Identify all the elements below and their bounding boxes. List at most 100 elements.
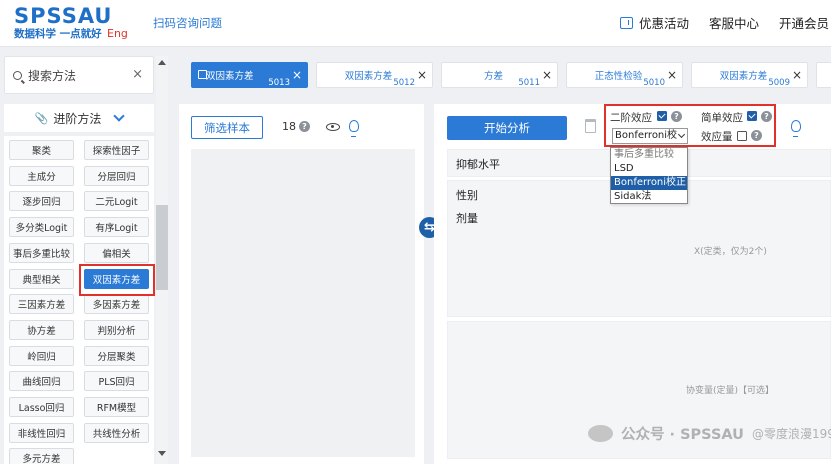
gift-icon — [619, 16, 633, 29]
scroll-up-icon[interactable] — [158, 60, 166, 65]
dropdown-option[interactable]: Bonferroni校正 — [611, 176, 687, 190]
effect-size-label: 效应量 — [701, 131, 733, 143]
watermark-author: @零度浪漫1991 — [751, 427, 831, 441]
search-placeholder: 搜索方法 — [28, 68, 77, 83]
method-button[interactable]: 共线性分析 — [84, 422, 149, 443]
method-button[interactable]: 岭回归 — [9, 345, 74, 366]
membership-link[interactable]: 开通会员 — [779, 13, 829, 32]
second-order-effect-label: 二阶效应 — [610, 112, 652, 124]
top-nav: 优惠活动 客服中心 开通会员 — [619, 13, 831, 32]
chevron-down-icon — [677, 130, 686, 139]
method-button[interactable]: PLS回归 — [84, 371, 149, 392]
method-button[interactable]: 主成分 — [9, 165, 74, 186]
method-list: 聚类 探索性因子 主成分 分层回归 逐步回归 二元Logit 多分类Logit 有序Logit… — [4, 136, 154, 464]
method-button[interactable]: 聚类 — [9, 140, 74, 160]
dropdown-option: 事后多重比较 — [614, 149, 674, 160]
method-button[interactable]: 非线性回归 — [9, 422, 74, 443]
method-search-input[interactable]: 搜索方法 × — [4, 56, 154, 94]
analysis-tab[interactable]: 双因素方差 5012 × — [316, 62, 433, 88]
sample-count-value: 18 — [282, 120, 296, 133]
paperclip-icon: 📎 — [34, 111, 49, 125]
covariate-field-hint: 协变量(定量)【可选】 — [686, 386, 775, 396]
method-button[interactable]: RFM模型 — [84, 397, 149, 417]
dropdown-option[interactable]: LSD — [611, 162, 687, 176]
method-button[interactable]: 分层回归 — [84, 165, 149, 186]
lightbulb-icon[interactable] — [791, 120, 801, 137]
scroll-down-icon[interactable] — [158, 451, 166, 456]
method-button[interactable]: 有序Logit — [84, 217, 149, 238]
start-analysis-button[interactable]: 开始分析 — [447, 116, 567, 140]
top-bar: SPSSAU 数据科学 一点就好 Eng 扫码咨询问题 优惠活动 客服中心 开通… — [0, 0, 831, 47]
close-icon[interactable]: × — [542, 68, 552, 82]
tab-id: 5011 — [518, 78, 540, 88]
method-button[interactable]: Lasso回归 — [9, 397, 74, 417]
tab-id: 5009 — [768, 78, 790, 88]
method-button[interactable]: 逐步回归 — [9, 191, 74, 212]
method-button[interactable]: 多分类Logit — [9, 217, 74, 238]
x-field-hint: X(定类，仅为2个) — [694, 247, 767, 257]
method-button[interactable]: 三因素方差 — [9, 294, 74, 315]
x-variable[interactable]: 剂量 — [456, 210, 478, 226]
method-button[interactable]: 二元Logit — [84, 191, 149, 212]
scrollbar-thumb[interactable] — [156, 205, 168, 290]
search-icon — [13, 70, 22, 80]
close-icon[interactable]: × — [792, 68, 802, 82]
analysis-tab[interactable]: 双因素方差 5009 × — [691, 62, 808, 88]
close-icon[interactable]: × — [417, 68, 427, 82]
chevron-down-icon[interactable] — [113, 110, 126, 122]
help-icon[interactable]: ? — [299, 121, 310, 132]
scan-consult-link[interactable]: 扫码咨询问题 — [153, 15, 222, 31]
promo-link[interactable]: 优惠活动 — [619, 13, 689, 32]
wechat-icon — [588, 425, 613, 442]
close-icon[interactable]: × — [292, 68, 302, 82]
method-button[interactable]: 探索性因子 — [84, 140, 149, 160]
highlight-box — [79, 264, 155, 296]
more-tab[interactable] — [816, 62, 831, 88]
method-button[interactable]: 事后多重比较 — [9, 242, 74, 263]
help-icon[interactable]: ? — [751, 130, 762, 141]
close-icon[interactable]: × — [667, 68, 677, 82]
tab-id: 5012 — [393, 78, 415, 88]
method-button[interactable]: 曲线回归 — [9, 371, 74, 392]
method-button[interactable]: 协方差 — [9, 319, 74, 340]
effect-size-checkbox[interactable] — [737, 131, 747, 141]
simple-effect-label: 简单效应 — [701, 112, 743, 124]
method-button[interactable]: 偏相关 — [84, 242, 149, 263]
posthoc-method-select[interactable]: Bonferroni校 — [612, 128, 688, 144]
language-switch[interactable]: Eng — [107, 27, 128, 40]
select-value: Bonferroni校 — [615, 130, 678, 141]
watermark: 公众号 · SPSSAU @零度浪漫1991 — [588, 423, 831, 444]
x-variable[interactable]: 性别 — [456, 187, 478, 203]
analysis-tab[interactable]: 方差 5011 × — [441, 62, 558, 88]
help-icon[interactable]: ? — [761, 111, 772, 122]
dropdown-option[interactable]: Sidak法 — [611, 190, 687, 204]
logo[interactable]: SPSSAU — [14, 4, 112, 28]
advanced-methods-header[interactable]: 📎 进阶方法 — [4, 104, 154, 132]
help-icon[interactable]: ? — [671, 111, 682, 122]
promo-label: 优惠活动 — [638, 16, 689, 31]
y-variable[interactable]: 抑郁水平 — [456, 156, 500, 172]
eye-icon[interactable] — [326, 123, 340, 131]
second-order-effect-checkbox[interactable] — [657, 111, 667, 121]
method-button[interactable]: 判别分析 — [84, 319, 149, 340]
posthoc-dropdown: 事后多重比较 LSD Bonferroni校正 Sidak法 — [610, 147, 688, 204]
analysis-tab[interactable]: 正态性检验 5010 × — [566, 62, 683, 88]
method-button[interactable]: 多元方差 — [9, 448, 74, 464]
lightbulb-icon[interactable] — [349, 120, 359, 137]
analysis-tab[interactable]: 双因素方差 5013 × — [191, 62, 308, 88]
logo-slogan: 数据科学 一点就好 — [14, 28, 102, 40]
variable-list[interactable] — [191, 149, 415, 457]
service-center-link[interactable]: 客服中心 — [709, 13, 759, 32]
tab-id: 5013 — [268, 78, 290, 88]
simple-effect-checkbox[interactable] — [747, 111, 757, 121]
trash-icon[interactable] — [585, 119, 596, 133]
watermark-text: 公众号 · SPSSAU — [621, 427, 744, 443]
method-button[interactable]: 典型相关 — [9, 268, 74, 289]
clear-icon[interactable]: × — [132, 67, 143, 82]
sample-count: 18 ? — [282, 120, 310, 133]
advanced-methods-title: 进阶方法 — [53, 111, 102, 126]
tab-id: 5010 — [643, 78, 665, 88]
filter-samples-button[interactable]: 筛选样本 — [191, 116, 263, 139]
method-button[interactable]: 分层聚类 — [84, 345, 149, 366]
method-button[interactable]: 多因素方差 — [84, 294, 149, 315]
